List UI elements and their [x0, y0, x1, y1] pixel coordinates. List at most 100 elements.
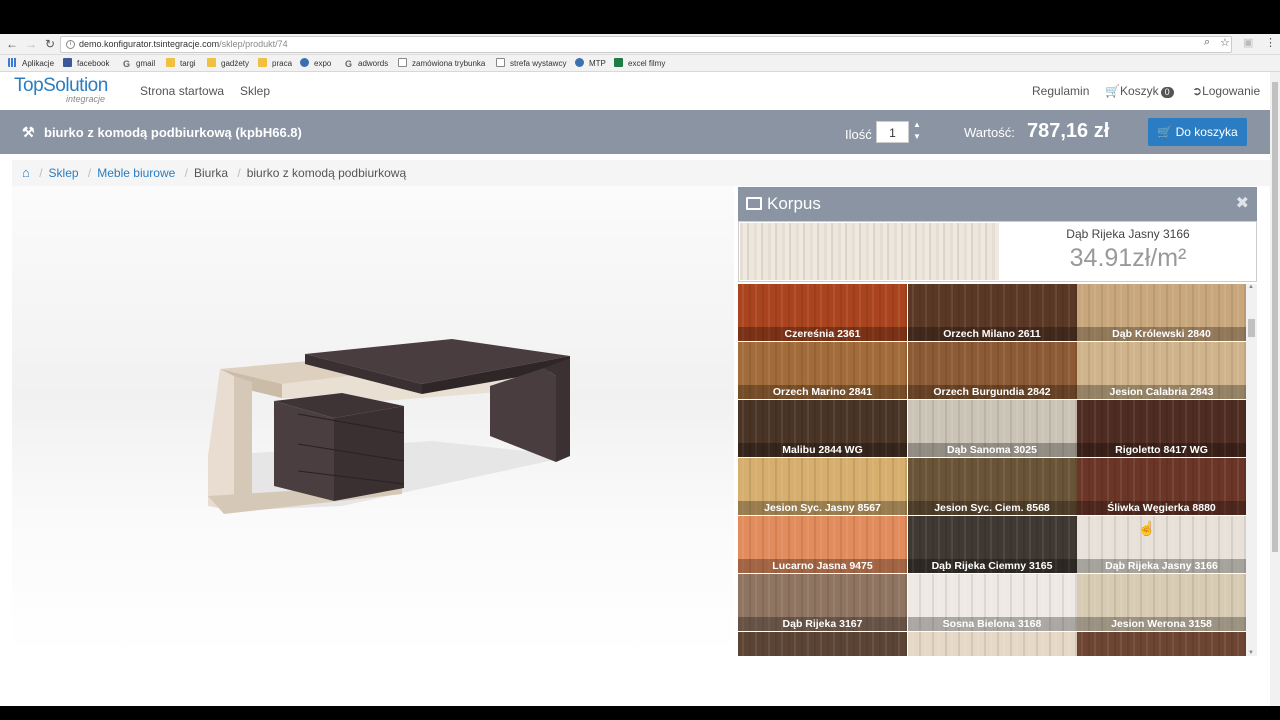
close-icon[interactable]: ✖ — [1236, 187, 1249, 221]
chevron-up-icon[interactable]: ▲ — [913, 119, 923, 131]
quantity-input[interactable]: 1 — [876, 121, 909, 143]
material-tile[interactable]: Orzech Milano 2611 — [907, 284, 1077, 341]
material-tile[interactable]: Czereśnia 2361 — [738, 284, 907, 341]
browser-menu-icon[interactable]: ⋮ — [1265, 36, 1276, 49]
scroll-up-icon[interactable]: ▲ — [1248, 284, 1254, 290]
material-tile[interactable]: Rigoletto 8417 WG — [1077, 400, 1246, 457]
material-tile[interactable]: Śliwka Węgierka 8880 — [1077, 458, 1246, 515]
material-tile[interactable] — [1077, 632, 1246, 656]
bookmark-label: praca — [272, 59, 293, 68]
material-tile[interactable] — [907, 632, 1077, 656]
site-info-icon[interactable]: i — [66, 40, 75, 49]
cart-icon: 🛒 — [1157, 125, 1173, 139]
material-tile[interactable]: Lucarno Jasna 9475 — [738, 516, 907, 573]
scrollbar-thumb[interactable] — [1248, 319, 1255, 337]
bookmark-item[interactable]: Ggmail — [122, 58, 155, 69]
material-tile[interactable]: Orzech Burgundia 2842 — [907, 342, 1077, 399]
bookmark-label: adwords — [358, 59, 389, 68]
quantity-stepper[interactable]: ▲ ▼ — [913, 119, 923, 143]
globe-icon — [575, 58, 584, 67]
material-tile[interactable]: Dąb Sanoma 3025 — [907, 400, 1077, 457]
page-scrollbar-thumb[interactable] — [1272, 82, 1278, 552]
bookmark-item[interactable]: targi — [166, 58, 196, 69]
bookmark-label: gadżety — [221, 59, 250, 68]
material-tile[interactable]: Jesion Syc. Ciem. 8568 — [907, 458, 1077, 515]
material-label: Orzech Burgundia 2842 — [907, 385, 1077, 399]
bookmark-label: facebook — [77, 59, 110, 68]
home-icon[interactable]: ⌂ — [22, 160, 30, 186]
folder-icon — [166, 58, 175, 67]
logo[interactable]: TopSolution integracje — [14, 76, 118, 106]
bookmark-item[interactable]: praca — [258, 58, 292, 69]
material-label: Orzech Milano 2611 — [907, 327, 1077, 341]
material-tile[interactable]: Jesion Syc. Jasny 8567 — [738, 458, 907, 515]
breadcrumb-office-furniture[interactable]: Meble biurowe — [97, 166, 175, 180]
material-tile[interactable]: Sosna Bielona 3168 — [907, 574, 1077, 631]
page-scrollbar[interactable] — [1270, 72, 1280, 706]
logo-text: TopSolution — [14, 75, 108, 96]
url-input[interactable]: i demo.konfigurator.tsintegracje.com/skl… — [60, 36, 1232, 53]
material-tile[interactable]: Jesion Werona 3158 — [1077, 574, 1246, 631]
address-bar: ← → ↻ i demo.konfigurator.tsintegracje.c… — [0, 34, 1280, 55]
apps-grid-icon — [8, 58, 17, 67]
bookmark-item[interactable]: MTP — [575, 58, 606, 69]
bookmark-item[interactable]: excel filmy — [614, 58, 665, 69]
back-icon[interactable]: ← — [5, 37, 19, 51]
bookmark-item[interactable]: Gadwords — [344, 58, 388, 69]
reload-icon[interactable]: ↻ — [43, 37, 57, 51]
material-tile[interactable]: Jesion Calabria 2843 — [1077, 342, 1246, 399]
bookmark-item[interactable]: zamówiona trybunka — [398, 58, 485, 69]
extension-icon[interactable]: ▣ — [1243, 36, 1253, 49]
material-tile[interactable]: Dąb Królewski 2840 — [1077, 284, 1246, 341]
material-label: Dąb Sanoma 3025 — [907, 443, 1077, 457]
bookmark-star-icon[interactable]: ☆ — [1220, 36, 1230, 49]
image-icon — [746, 197, 762, 210]
document-icon — [496, 58, 505, 67]
breadcrumb-desks[interactable]: Biurka — [194, 166, 228, 180]
3d-viewer[interactable] — [12, 186, 734, 656]
material-label: Malibu 2844 WG — [738, 443, 907, 457]
cart-link[interactable]: 🛒Koszyk 0 — [1105, 84, 1174, 98]
material-tile[interactable]: Dąb Rijeka Jasny 3166 — [1077, 516, 1246, 573]
bookmark-label: MTP — [589, 59, 606, 68]
terms-link[interactable]: Regulamin — [1032, 84, 1089, 98]
material-label: Sosna Bielona 3168 — [907, 617, 1077, 631]
bookmark-item[interactable]: gadżety — [207, 58, 249, 69]
login-link[interactable]: ➲Logowanie — [1192, 84, 1260, 98]
nav-shop[interactable]: Sklep — [240, 84, 270, 98]
breadcrumb: ⌂ / Sklep / Meble biurowe / Biurka / biurko … — [12, 160, 1270, 186]
material-label: Jesion Syc. Jasny 8567 — [738, 501, 907, 515]
material-tile[interactable]: Orzech Marino 2841 — [738, 342, 907, 399]
product-title: ⚒ biurko z komodą podbiurkową (kpbH66.8) — [22, 124, 302, 141]
bookmark-item[interactable]: Aplikacje — [8, 58, 54, 69]
add-to-cart-button[interactable]: 🛒 Do koszyka — [1148, 118, 1247, 146]
desk-3d-model[interactable] — [12, 186, 734, 656]
tools-icon: ⚒ — [22, 124, 35, 140]
value-amount: 787,16 zł — [1027, 120, 1110, 142]
bookmark-label: excel filmy — [628, 59, 666, 68]
bookmark-label: targi — [180, 59, 196, 68]
material-label: Dąb Królewski 2840 — [1077, 327, 1246, 341]
bookmark-label: gmail — [136, 59, 156, 68]
cart-label: Koszyk — [1119, 84, 1159, 98]
facebook-icon — [63, 58, 72, 67]
scroll-down-icon[interactable]: ▼ — [1248, 650, 1254, 656]
google-icon: G — [344, 59, 352, 69]
chevron-down-icon[interactable]: ▼ — [913, 131, 923, 143]
nav-home[interactable]: Strona startowa — [140, 84, 224, 98]
material-tile[interactable]: Malibu 2844 WG — [738, 400, 907, 457]
site-header: TopSolution integracje Strona startowa S… — [0, 72, 1270, 110]
bookmark-item[interactable]: facebook — [63, 58, 109, 69]
breadcrumb-shop[interactable]: Sklep — [49, 166, 79, 180]
browser-window: ← → ↻ i demo.konfigurator.tsintegracje.c… — [0, 34, 1280, 706]
forward-icon[interactable]: → — [24, 37, 38, 51]
material-tile[interactable]: Dąb Rijeka 3167 — [738, 574, 907, 631]
material-scrollbar[interactable]: ▲ ▼ — [1246, 284, 1257, 656]
material-tile[interactable] — [738, 632, 907, 656]
bookmark-item[interactable]: expo — [300, 58, 331, 69]
bookmarks-bar: Aplikacje facebook Ggmail targi gadżety praca… — [0, 55, 1280, 72]
bookmark-item[interactable]: strefa wystawcy — [496, 58, 566, 69]
material-label: Czereśnia 2361 — [738, 327, 907, 341]
zoom-icon[interactable]: ⌕ — [1204, 36, 1210, 49]
material-tile[interactable]: Dąb Rijeka Ciemny 3165 — [907, 516, 1077, 573]
